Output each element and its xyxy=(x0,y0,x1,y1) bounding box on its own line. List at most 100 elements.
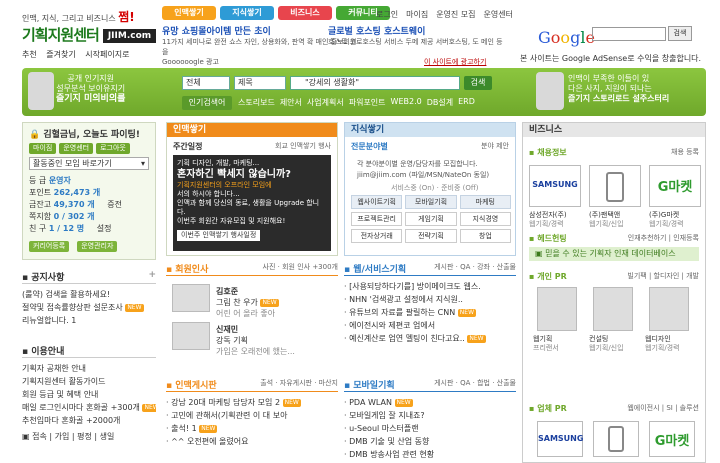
list-item[interactable]: 매일 로그인시마다 혼화골 +300개 NEW xyxy=(22,401,156,414)
list-item[interactable]: · 고민에 관해서(기획관련 이 대 보아 xyxy=(166,409,338,422)
add-favorite-link[interactable]: 추천 xyxy=(22,50,37,59)
pr-photo[interactable] xyxy=(593,287,633,331)
career-register-button[interactable]: 커리어등록 xyxy=(29,241,70,252)
category-button[interactable]: 전자상거래 xyxy=(351,229,403,243)
category-button[interactable]: 지식경영 xyxy=(459,212,511,226)
weekly-event-link[interactable]: 회교 인맥쌓기 행사 xyxy=(275,141,331,151)
event-schedule-button[interactable]: 이번주 인맥쌓기 행사일정 xyxy=(177,230,261,241)
logout-button[interactable]: 로그아웃 xyxy=(96,143,130,154)
staff-recruit-link[interactable]: 운영진 모집 xyxy=(436,9,475,20)
google-ads-label[interactable]: Goooooogle 광고 xyxy=(162,57,219,67)
status-legend: 서비스중 (On) · 준비중 (Off) xyxy=(391,184,479,192)
member-photo[interactable] xyxy=(172,284,210,312)
myjiim-link[interactable]: 마이짐 xyxy=(406,9,428,20)
employ-register-link[interactable]: 채용 등록 xyxy=(671,147,699,157)
list-item[interactable]: 기획자 공채한 안내 xyxy=(22,362,156,375)
list-item[interactable]: · DMB 방송사업 관련 현황 xyxy=(344,448,516,461)
list-item[interactable]: · PDA WLAN NEW xyxy=(344,396,516,409)
category-button[interactable]: 전략기획 xyxy=(405,229,457,243)
company-pr-links[interactable]: 웹에이전시 | SI | 솔루션 xyxy=(627,403,699,413)
ops-center-link[interactable]: 운영센터 xyxy=(484,9,513,20)
list-item[interactable]: · 모바일게임 잘 지내죠? xyxy=(344,409,516,422)
list-item[interactable]: · 강남 20대 마케팅 담당자 모임 2 NEW xyxy=(166,396,338,409)
main-search-button[interactable]: 검색 xyxy=(464,76,492,90)
business-title: 비즈니스 xyxy=(523,123,705,137)
google-search-button[interactable]: 검색 xyxy=(668,26,692,41)
advertise-link[interactable]: 이 사이트에 광고하기 xyxy=(424,57,486,67)
site-logo[interactable]: 기획지원센터 JIIM.com xyxy=(22,24,157,45)
company-pr-title: ▪ 업체 PR xyxy=(529,404,567,413)
google-search-input[interactable] xyxy=(592,27,666,41)
list-item[interactable]: 절약및 접속률향상판 설문조사 NEW xyxy=(22,301,156,314)
category-button[interactable]: 프로젝트관리 xyxy=(351,212,403,226)
headhunt-banner[interactable]: ▣ 믿을 수 있는 기획자 인재 데이터베이스 xyxy=(529,247,699,261)
category-button[interactable]: 게임기획 xyxy=(405,212,457,226)
pr-photo[interactable] xyxy=(649,287,689,331)
community-select[interactable]: 활동중인 모임 바로가기 ▾ xyxy=(29,157,149,170)
list-item[interactable]: 리뉴얼합니다. 1 xyxy=(22,314,156,327)
company-pr-logo[interactable]: SAMSUNG xyxy=(537,421,583,457)
company-item[interactable]: 삼성전자(주) 웹기획/경력 xyxy=(529,211,585,229)
main-search-input[interactable]: "강세의 생활화" xyxy=(290,76,460,90)
list-item[interactable]: (룰약) 검색을 활용하세요! xyxy=(22,288,156,301)
list-item[interactable]: · DMB 기술 및 산업 동향 xyxy=(344,435,516,448)
list-item[interactable]: · 에이전시와 제편코 업에서 xyxy=(344,319,516,332)
company-item[interactable]: (주)G마켓 웹기획/경력 xyxy=(649,211,705,229)
category-button[interactable]: 마케팅 xyxy=(459,195,511,209)
category-button[interactable]: 웹사이트기획 xyxy=(351,195,403,209)
company-logo[interactable] xyxy=(589,165,641,207)
pr-links[interactable]: 빌기팩 | 할디자인 | 개발 xyxy=(627,271,699,281)
guide-footer: ▣ 접속 | 가입 | 평정 | 생일 xyxy=(22,432,115,441)
pr-item[interactable]: 웹디자인 웹기획/경력 xyxy=(645,335,680,353)
company-pr-logo[interactable] xyxy=(593,421,639,457)
more-icon: + xyxy=(148,270,156,280)
ops-center-button[interactable]: 운영센터 xyxy=(59,143,94,154)
event-banner[interactable]: 기획 디자인, 개발, 마케팅... 혼자하긴 빡세지 않습니까? 기획지원센터… xyxy=(173,155,331,251)
category-button[interactable]: 모바일기획 xyxy=(405,195,457,209)
login-box: 🔒 김혈금님, 오늘도 파이팅! 마이짐 운영센터 로그아웃 활동중인 모임 바… xyxy=(22,122,156,260)
pr-item[interactable]: 컨설팅 웹기획/신입 xyxy=(589,335,624,353)
list-item[interactable]: · NHN '검색광고 설정에서 지식원.. xyxy=(344,293,516,306)
member-item[interactable]: 김호준 그림 찬 우가 NEW 어린 어 올라 좋아 xyxy=(216,286,279,319)
ops-admin-button[interactable]: 운영관리자 xyxy=(77,241,118,252)
pr-photo[interactable] xyxy=(537,287,577,331)
company-logo[interactable]: SAMSUNG xyxy=(529,165,581,207)
set-homepage-link[interactable]: 시작페이지로 xyxy=(85,50,129,59)
list-item[interactable]: 회원 등급 및 혜택 안내 xyxy=(22,388,156,401)
list-item[interactable]: · [사용되당하다기를] 방이메이크도 웹스. xyxy=(344,280,516,293)
tab-inmaek[interactable]: 인맥쌓기 xyxy=(162,6,216,20)
keyword-link[interactable]: 파워포인트 xyxy=(349,97,386,108)
keyword-link[interactable]: DB설계 xyxy=(427,97,453,108)
member-item[interactable]: 신재민 강독 기획 가입은 오래전에 했는... xyxy=(216,324,295,357)
headhunt-links[interactable]: 인재추천하기 | 인재등록 xyxy=(628,233,699,243)
list-item[interactable]: 기획지원센터 활동가이드 xyxy=(22,375,156,388)
list-item[interactable]: · 유튜브의 자료를 팔릴하는 CNN NEW xyxy=(344,306,516,319)
login-link[interactable]: 로그인 xyxy=(376,9,398,20)
myjiim-button[interactable]: 마이짐 xyxy=(29,143,57,154)
list-item[interactable]: 추천입마다 혼화골 +2000개 xyxy=(22,414,156,427)
keyword-link[interactable]: WEB2.0 xyxy=(391,97,422,108)
list-item[interactable]: · 예신계산로 업연 멜팅이 친다고요.. NEW xyxy=(344,332,516,345)
pr-item[interactable]: 웹기획 프리랜서 xyxy=(533,335,559,353)
company-item[interactable]: (주)팬택앤 웹기획/신입 xyxy=(589,211,645,229)
keyword-link[interactable]: 스토리보드 xyxy=(238,97,275,108)
tab-business[interactable]: 비즈니스 xyxy=(278,6,332,20)
company-logo[interactable]: G마켓 xyxy=(649,165,701,207)
member-photo[interactable] xyxy=(172,322,210,350)
keyword-link[interactable]: ERD xyxy=(458,97,475,108)
field-suggest-link[interactable]: 분야 제안 xyxy=(481,141,509,151)
ad-2[interactable]: 글로벌 호스팅 호스트웨이 호스트 코로호스팅 서비스 두메 제공 서버호스팅,… xyxy=(328,24,518,47)
list-item[interactable]: · ^^ 오전편에 올렸어요 xyxy=(166,435,338,448)
popular-keywords-button[interactable]: 인기검색어 xyxy=(182,96,232,110)
jisik-contact: jiim@jiim.com (파일/MSN/NateOn 동일) xyxy=(357,171,490,179)
field-select[interactable]: 제목 xyxy=(234,76,286,90)
bookmark-link[interactable]: 즐겨찾기 xyxy=(46,50,75,59)
keyword-link[interactable]: 제안서 xyxy=(280,97,302,108)
keyword-link[interactable]: 사업계획서 xyxy=(307,97,344,108)
company-pr-logo[interactable]: G마켓 xyxy=(649,421,695,457)
category-button[interactable]: 창업 xyxy=(459,229,511,243)
category-select[interactable]: 전체 xyxy=(182,76,230,90)
list-item[interactable]: · u-Seoul 마스터플랜 xyxy=(344,422,516,435)
list-item[interactable]: · 출석! 1 NEW xyxy=(166,422,338,435)
tab-jisik[interactable]: 지식쌓기 xyxy=(220,6,274,20)
